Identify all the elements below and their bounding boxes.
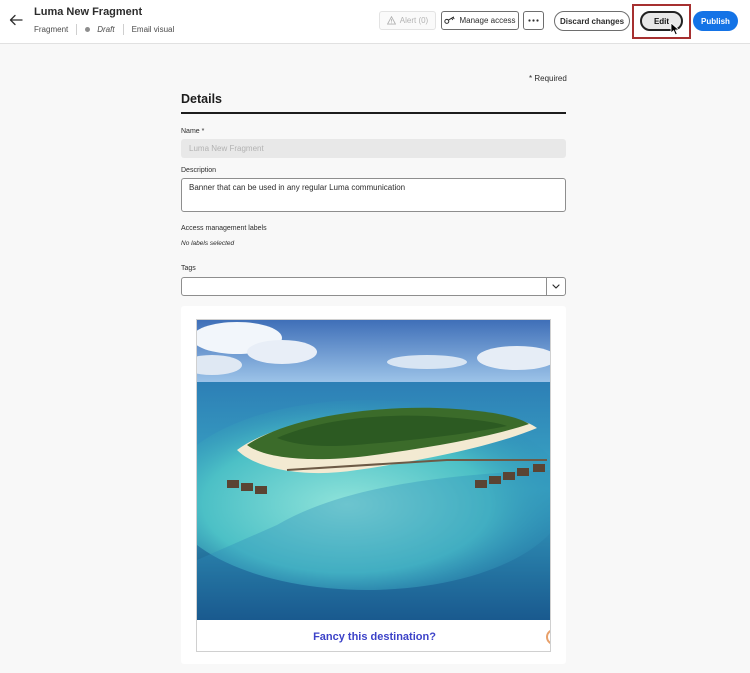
top-bar: Luma New Fragment Fragment Draft Email v… (0, 0, 750, 44)
tags-label: Tags (181, 265, 196, 272)
required-asterisk: * (201, 128, 205, 135)
email-preview[interactable]: Fancy this destination? (196, 319, 551, 652)
access-labels-label: Access management labels (181, 225, 267, 232)
page-title: Luma New Fragment (34, 6, 143, 18)
required-note: * Required (529, 74, 567, 83)
island-resort-image (197, 320, 550, 620)
name-label: Name * (181, 128, 204, 135)
fragment-channel: Email visual (131, 24, 175, 34)
description-label: Description (181, 167, 217, 174)
name-label-text: Name (181, 128, 200, 135)
meta-divider (122, 23, 124, 35)
fragment-type: Fragment (34, 24, 69, 34)
status-badge: Draft (97, 24, 115, 34)
tags-dropdown-button[interactable] (546, 278, 565, 295)
meta-divider (76, 23, 78, 35)
manage-access-label: Manage access (459, 16, 516, 25)
name-field[interactable]: Luma New Fragment (181, 139, 566, 158)
section-divider (181, 112, 566, 114)
discard-changes-button[interactable]: Discard changes (554, 11, 630, 31)
alert-label: Alert (0) (399, 16, 429, 25)
banner-caption: Fancy this destination? (313, 630, 436, 643)
alert-button[interactable]: Alert (0) (379, 11, 436, 30)
manage-access-button[interactable]: Manage access (441, 11, 519, 30)
mouse-pointer-icon (670, 22, 680, 36)
fragment-meta: Fragment Draft Email visual (34, 23, 174, 35)
more-button[interactable] (523, 11, 544, 30)
more-dots-icon (528, 19, 539, 22)
description-field[interactable]: Banner that can be used in any regular L… (181, 178, 566, 212)
status-dot (85, 26, 91, 32)
back-button[interactable] (7, 11, 25, 29)
tags-input[interactable] (181, 277, 566, 296)
key-icon (444, 16, 455, 24)
alert-triangle-icon (386, 16, 396, 25)
publish-button[interactable]: Publish (693, 11, 738, 31)
chevron-down-icon (552, 284, 560, 289)
section-title: Details (181, 92, 222, 106)
arrow-left-icon (9, 14, 23, 26)
access-labels-value: No labels selected (181, 240, 235, 247)
